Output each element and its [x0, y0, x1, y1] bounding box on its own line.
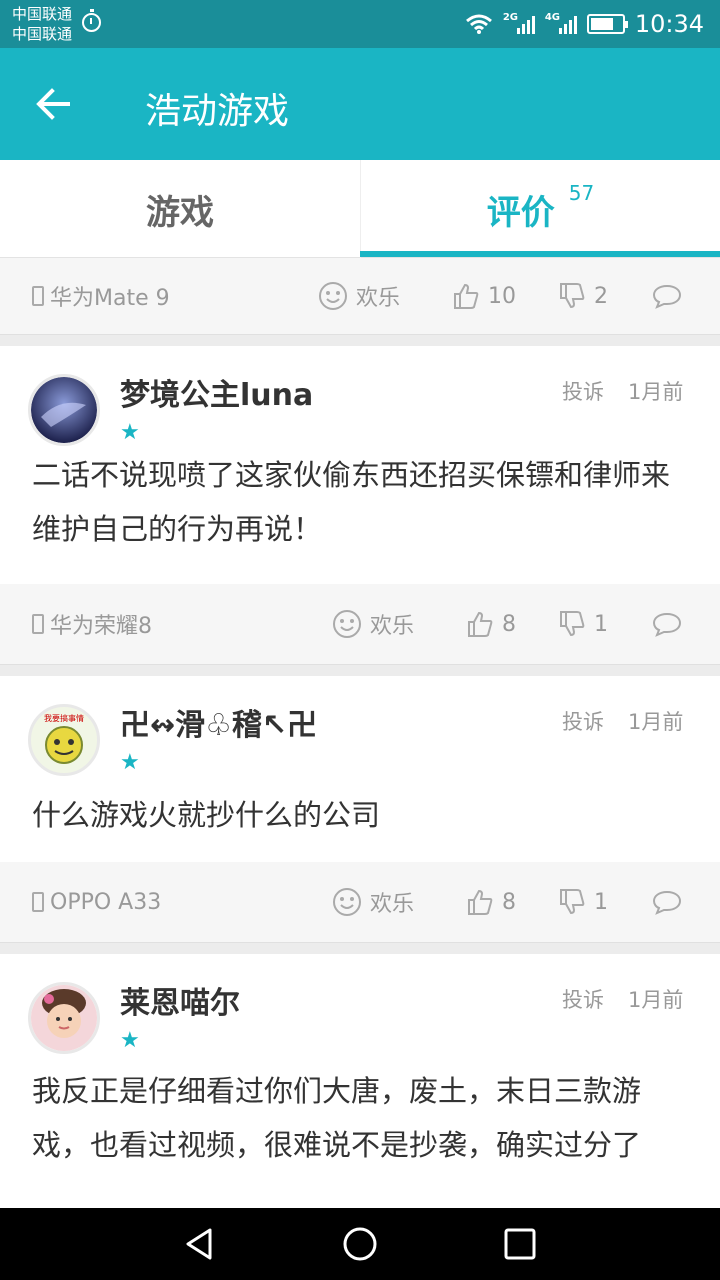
- avatar[interactable]: 我要搞事情: [28, 704, 100, 776]
- dislike-button[interactable]: 1: [558, 862, 608, 942]
- review-item: 我要搞事情 卍↭滑♧稽↖卍 投诉 1月前 ★ 什么游戏火就抄什么的公司: [0, 676, 720, 862]
- carrier-2: 中国联通: [12, 25, 73, 43]
- like-button[interactable]: 10: [452, 258, 516, 334]
- post-time: 1月前: [628, 710, 684, 734]
- comment-icon: [652, 284, 682, 309]
- thumbs-down-icon: [560, 611, 585, 637]
- comment-button[interactable]: [652, 258, 682, 334]
- review-footer: OPPO A33 欢乐 8 1: [0, 862, 720, 942]
- username[interactable]: 卍↭滑♧稽↖卍: [120, 700, 317, 744]
- tab-indicator: [360, 251, 720, 257]
- review-count-badge: 57: [568, 181, 595, 205]
- rating-star-icon: ★: [120, 1028, 140, 1053]
- battery-icon: [586, 14, 628, 34]
- device-info: OPPO A33: [32, 862, 161, 942]
- phone-icon: [32, 614, 44, 634]
- comment-button[interactable]: [652, 862, 682, 942]
- review-item: 梦境公主luna 投诉 1月前 ★ 二话不说现喷了这家伙偷东西还招买保镖和律师来…: [0, 346, 720, 584]
- device-info: 华为Mate 9: [32, 258, 170, 334]
- username[interactable]: 莱恩喵尔: [120, 978, 240, 1022]
- dislike-count: 2: [594, 283, 608, 309]
- dislike-count: 1: [594, 611, 608, 637]
- page-title: 浩动游戏: [145, 91, 290, 132]
- carrier-labels: 中国联通 中国联通: [12, 4, 72, 44]
- smiley-icon: [333, 610, 361, 638]
- avatar-caption: 我要搞事情: [44, 713, 84, 723]
- dislike-button[interactable]: 2: [558, 258, 608, 334]
- wifi-icon: [465, 14, 492, 34]
- like-count: 8: [502, 611, 516, 637]
- mood-button[interactable]: 欢乐: [318, 258, 400, 334]
- status-bar: 中国联通 中国联通 2G 4G 10:34: [0, 0, 720, 48]
- divider: [0, 942, 720, 954]
- device-name: OPPO A33: [50, 889, 162, 915]
- review-footer: 华为Mate 9 欢乐 10 2: [0, 258, 720, 334]
- like-count: 8: [502, 889, 516, 915]
- avatar[interactable]: [28, 374, 100, 446]
- rating-star-icon: ★: [120, 420, 140, 445]
- post-time: 1月前: [628, 380, 684, 404]
- review-text: 我反正是仔细看过你们大唐，废土，末日三款游戏，也看过视频，很难说不是抄袭，确实过…: [32, 1074, 642, 1162]
- square-recent-icon[interactable]: [500, 1224, 540, 1264]
- like-button[interactable]: 8: [466, 584, 516, 664]
- arrow-left-icon[interactable]: [28, 78, 80, 130]
- tab-game-label: 游戏: [146, 192, 214, 233]
- report-button[interactable]: 投诉: [562, 984, 604, 1014]
- comment-button[interactable]: [652, 584, 682, 664]
- tab-reviews-label: 评价: [486, 192, 555, 233]
- phone-icon: [32, 286, 44, 306]
- thumbs-down-icon: [560, 283, 585, 309]
- network-2g-label: 2G: [502, 12, 518, 23]
- review-feed[interactable]: 华为Mate 9 欢乐 10 2 梦境公主luna 投诉 1月前 ★ 二话不说现…: [0, 258, 720, 1208]
- like-button[interactable]: 8: [466, 862, 516, 942]
- mood-button[interactable]: 欢乐: [332, 862, 414, 942]
- review-text: 什么游戏火就抄什么的公司: [32, 798, 381, 832]
- tab-reviews[interactable]: 评价 57: [360, 160, 720, 258]
- device-info: 华为荣耀8: [32, 584, 152, 664]
- dislike-count: 1: [594, 889, 608, 915]
- smiley-icon: [333, 888, 361, 916]
- mood-button[interactable]: 欢乐: [332, 584, 414, 664]
- app-bar: 浩动游戏: [0, 48, 720, 160]
- mood-label: 欢乐: [356, 286, 401, 311]
- signal-4g-icon: 4G: [544, 12, 577, 34]
- review-footer: 华为荣耀8 欢乐 8 1: [0, 584, 720, 664]
- comment-icon: [652, 612, 682, 637]
- like-count: 10: [488, 283, 516, 309]
- review-text: 二话不说现喷了这家伙偷东西还招买保镖和律师来维护自己的行为再说！: [32, 458, 671, 546]
- thumbs-down-icon: [560, 889, 585, 915]
- mood-label: 欢乐: [370, 614, 415, 639]
- thumbs-up-icon: [454, 283, 479, 309]
- navigation-bar: [0, 1208, 720, 1280]
- phone-icon: [32, 892, 44, 912]
- triangle-back-icon[interactable]: [180, 1224, 220, 1264]
- stopwatch-icon: [82, 9, 101, 32]
- dislike-button[interactable]: 1: [558, 584, 608, 664]
- clock: 10:34: [634, 10, 704, 38]
- report-button[interactable]: 投诉: [562, 706, 604, 736]
- thumbs-up-icon: [468, 611, 493, 637]
- avatar[interactable]: [28, 982, 100, 1054]
- review-item: 莱恩喵尔 投诉 1月前 ★ 我反正是仔细看过你们大唐，废土，末日三款游戏，也看过…: [0, 954, 720, 1208]
- comment-icon: [652, 890, 682, 915]
- smiley-icon: [319, 282, 347, 310]
- tab-bar: 游戏 评价 57: [0, 160, 720, 258]
- report-button[interactable]: 投诉: [562, 376, 604, 406]
- mood-label: 欢乐: [370, 892, 415, 917]
- signal-2g-icon: 2G: [502, 12, 535, 34]
- username[interactable]: 梦境公主luna: [120, 370, 313, 414]
- divider: [0, 664, 720, 676]
- circle-home-icon[interactable]: [340, 1224, 380, 1264]
- thumbs-up-icon: [468, 889, 493, 915]
- rating-star-icon: ★: [120, 750, 140, 775]
- tab-game[interactable]: 游戏: [0, 160, 360, 258]
- post-time: 1月前: [628, 988, 684, 1012]
- carrier-1: 中国联通: [12, 5, 73, 23]
- device-name: 华为Mate 9: [50, 286, 170, 311]
- device-name: 华为荣耀8: [50, 614, 152, 639]
- network-4g-label: 4G: [544, 12, 560, 23]
- divider: [0, 334, 720, 346]
